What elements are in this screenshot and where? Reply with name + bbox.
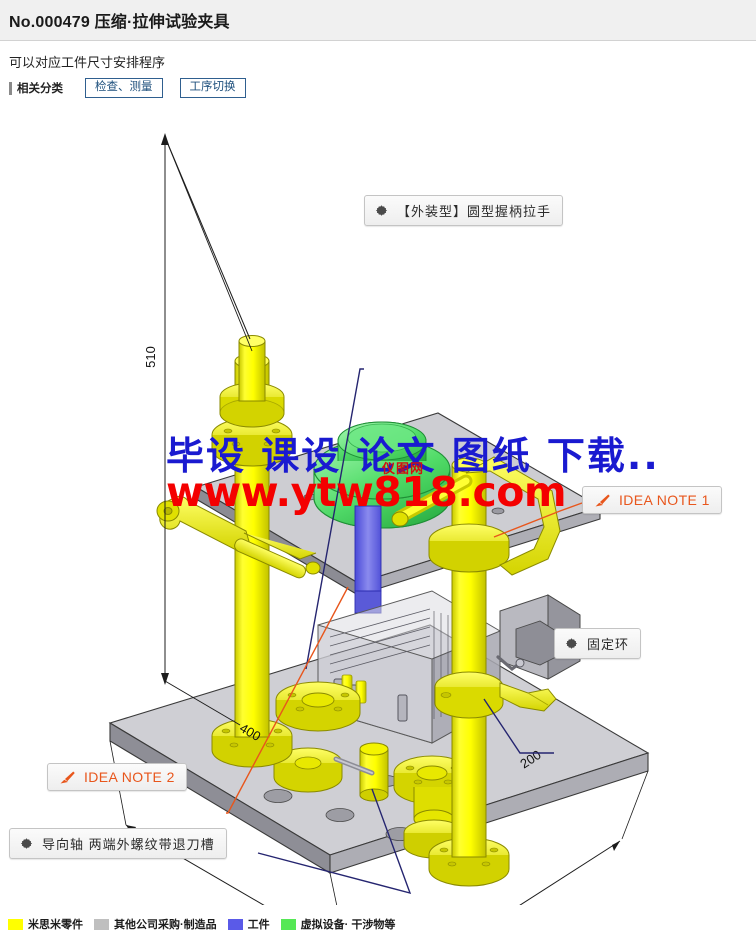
callout-label: IDEA NOTE 1: [619, 492, 710, 508]
callout-idea-note-1[interactable]: IDEA NOTE 1: [582, 486, 722, 514]
legend-swatch-yellow: [8, 918, 23, 930]
lower-flange-left: [275, 681, 361, 732]
svg-text:510: 510: [143, 346, 158, 368]
gear-icon: [19, 836, 34, 851]
callout-round-grip-handle[interactable]: 【外装型】圆型握柄拉手: [364, 195, 564, 226]
legend-label: 虚拟设备· 干涉物等: [300, 919, 396, 931]
legend-bar: 米思米零件 其他公司采购·制造品 工件 虚拟设备· 干涉物等: [0, 908, 756, 940]
legend-item-virtual-device: 虚拟设备· 干涉物等: [280, 916, 396, 932]
category-row: 相关分类 检查、测量 工序切换: [0, 73, 756, 103]
subtitle-row: 可以对应工件尺寸安排程序: [0, 41, 756, 73]
legend-swatch-blue: [227, 918, 243, 930]
page-header: No.000479 压缩·拉伸试验夹具: [0, 0, 756, 41]
category-tag-process-change[interactable]: 工序切换: [179, 77, 246, 99]
gear-icon: [564, 636, 579, 651]
gear-icon: [374, 203, 389, 218]
legend-swatch-gray: [94, 918, 109, 930]
callout-label: 【外装型】圆型握柄拉手: [397, 204, 552, 219]
blue-workpiece: [354, 505, 382, 614]
pencil-icon: [57, 770, 76, 785]
category-label: 相关分类: [17, 83, 63, 95]
legend-item-other-company: 其他公司采购·制造品: [94, 916, 217, 932]
subtitle-text: 可以对应工件尺寸安排程序: [9, 55, 166, 70]
legend-label: 米思米零件: [28, 919, 83, 931]
legend-label: 工件: [247, 919, 270, 931]
callout-idea-note-2[interactable]: IDEA NOTE 2: [47, 763, 187, 791]
callout-label: IDEA NOTE 2: [84, 769, 175, 785]
category-tag-inspection[interactable]: 检查、测量: [85, 77, 163, 99]
legend-item-workpiece: 工件: [227, 916, 270, 932]
legend-swatch-green: [280, 918, 296, 930]
pencil-icon: [592, 493, 611, 508]
category-accent-bar: [9, 81, 12, 95]
legend-item-misumi: 米思米零件: [8, 916, 83, 932]
callout-label: 固定环: [587, 637, 630, 652]
callout-fixing-ring[interactable]: 固定环: [554, 628, 642, 659]
legend-label: 其他公司采购·制造品: [114, 919, 217, 931]
category-label-group: 相关分类: [9, 80, 63, 96]
page-title: No.000479 压缩·拉伸试验夹具: [9, 14, 230, 31]
technical-drawing-canvas: 510 400 200 毕设 课设 论文 图纸 下载.. www.ytw818.…: [0, 113, 756, 905]
callout-guide-shaft[interactable]: 导向轴 两端外螺纹带退刀槽: [9, 828, 227, 859]
callout-label: 导向轴 两端外螺纹带退刀槽: [42, 837, 215, 852]
